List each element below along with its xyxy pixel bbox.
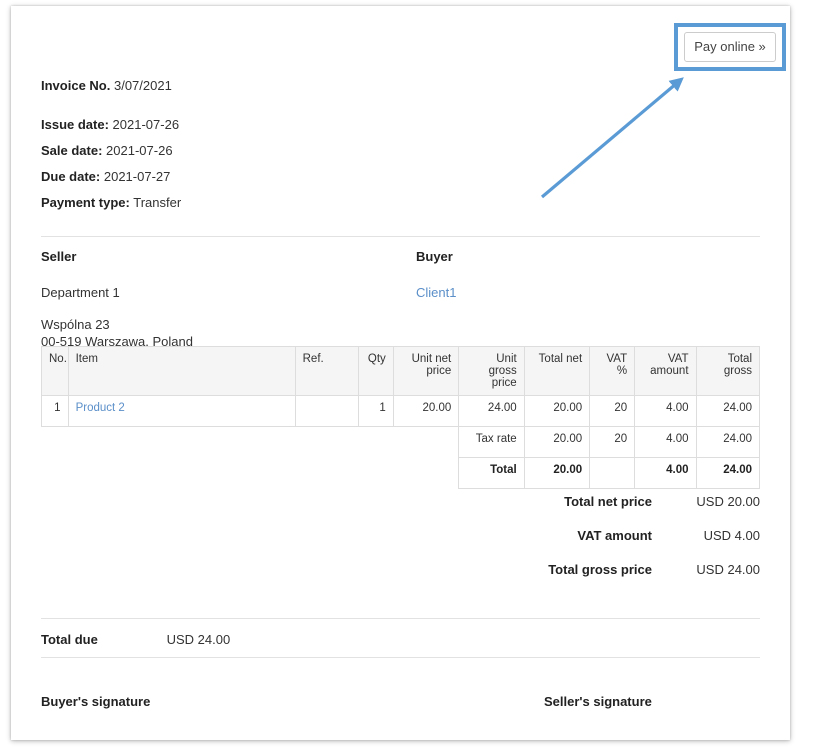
cell-total-net: 20.00 (523, 395, 591, 427)
sale-date-label: Sale date: (41, 143, 103, 158)
spacer-ref (295, 427, 358, 458)
cell-ref (294, 395, 360, 427)
spacer-no-2 (42, 458, 69, 489)
spacer-unit-net-price (393, 427, 458, 458)
tax-rate-label: Tax rate (458, 426, 525, 458)
divider-parties (41, 236, 760, 237)
invoice-number-value: 3/07/2021 (113, 78, 172, 93)
header-vat-percent: VAT % (589, 346, 636, 396)
header-total-gross: Total gross (695, 346, 761, 396)
seller-block: Seller Department 1 Wspólna 23 00-519 Wa… (41, 249, 193, 350)
invoice-number-line: Invoice No. 3/07/2021 (41, 78, 441, 93)
total-net-price-value: USD 20.00 (696, 494, 760, 509)
tax-rate-vat-percent: 20 (589, 426, 636, 458)
summary-row-total-net: Total net price USD 20.00 (460, 494, 760, 509)
total-gross-price-label: Total gross price (548, 562, 652, 577)
total-due-label: Total due (41, 632, 98, 647)
total-total-net: 20.00 (523, 457, 591, 489)
cell-vat-percent: 20 (589, 395, 636, 427)
vat-amount-label: VAT amount (577, 528, 652, 543)
total-vat-amount: 4.00 (634, 457, 697, 489)
invoice-number-label: Invoice No. (41, 78, 111, 93)
header-item: Item (67, 346, 296, 396)
payment-type-value: Transfer (133, 195, 182, 210)
cell-no: 1 (41, 395, 69, 427)
due-date-line: Due date: 2021-07-27 (41, 169, 441, 184)
header-vat-amount: VAT amount (634, 346, 697, 396)
payment-type-line: Payment type: Transfer (41, 195, 441, 210)
invoice-card-inner: Pay online » Invoice No. 3/07/2021 Issue… (11, 6, 790, 740)
header-no: No. (41, 346, 69, 396)
summary-row-vat-amount: VAT amount USD 4.00 (460, 528, 760, 543)
spacer-item-2 (68, 458, 295, 489)
issue-date-line: Issue date: 2021-07-26 (41, 117, 441, 132)
header-total-net: Total net (523, 346, 591, 396)
total-gross-price-value: USD 24.00 (696, 562, 760, 577)
spacer-no (42, 427, 69, 458)
cell-unit-gross-price: 24.00 (458, 395, 525, 427)
total-net-price-label: Total net price (564, 494, 652, 509)
totals-summary: Total net price USD 20.00 VAT amount USD… (460, 494, 760, 596)
header-ref: Ref. (294, 346, 360, 396)
total-row: Total 20.00 4.00 24.00 (42, 457, 761, 489)
due-date-value: 2021-07-27 (103, 169, 171, 184)
buyer-signature-label: Buyer's signature (41, 694, 151, 709)
divider-total-due-top (41, 618, 760, 619)
seller-signature-label: Seller's signature (544, 694, 652, 709)
payment-type-label: Payment type: (41, 195, 130, 210)
spacer-qty (359, 427, 394, 458)
issue-date-label: Issue date: (41, 117, 109, 132)
total-vat-percent (589, 457, 636, 489)
tax-rate-total-net: 20.00 (523, 426, 591, 458)
invoice-meta: Invoice No. 3/07/2021 Issue date: 2021-0… (41, 78, 441, 221)
tax-rate-row: Tax rate 20.00 20 4.00 24.00 (42, 426, 761, 458)
tax-rate-total-gross: 24.00 (695, 426, 761, 458)
cell-total-gross: 24.00 (695, 395, 761, 427)
table-header-row: No. Item Ref. Qty Unit net price Unit gr… (41, 346, 761, 396)
sale-date-line: Sale date: 2021-07-26 (41, 143, 441, 158)
buyer-block: Buyer Client1 (416, 249, 456, 316)
divider-total-due-bottom (41, 657, 760, 658)
seller-address-line1: Wspólna 23 (41, 317, 110, 332)
spacer-item (68, 427, 295, 458)
tax-rate-vat-amount: 4.00 (634, 426, 697, 458)
spacer-qty-2 (359, 458, 394, 489)
seller-title: Seller (41, 249, 77, 264)
issue-date-value: 2021-07-26 (112, 117, 180, 132)
spacer-unit-net-price-2 (393, 458, 458, 489)
cell-vat-amount: 4.00 (634, 395, 697, 427)
invoice-page: Pay online » Invoice No. 3/07/2021 Issue… (0, 0, 816, 753)
pay-online-button[interactable]: Pay online » (684, 32, 776, 62)
spacer-ref-2 (295, 458, 358, 489)
invoice-items-table: No. Item Ref. Qty Unit net price Unit gr… (41, 346, 761, 489)
sale-date-value: 2021-07-26 (106, 143, 173, 158)
buyer-name-link[interactable]: Client1 (416, 285, 456, 300)
header-unit-gross-price: Unit gross price (458, 346, 525, 396)
seller-address: Wspólna 23 00-519 Warszawa, Poland (41, 316, 193, 350)
total-due-block: Total due USD 24.00 (41, 632, 230, 647)
buyer-title: Buyer (416, 249, 453, 264)
cell-item: Product 2 (67, 395, 296, 427)
total-label: Total (458, 457, 525, 489)
due-date-label: Due date: (41, 169, 101, 184)
item-name-link[interactable]: Product 2 (76, 402, 125, 414)
total-due-value: USD 24.00 (166, 632, 231, 647)
total-total-gross: 24.00 (695, 457, 761, 489)
cell-unit-net-price: 20.00 (392, 395, 460, 427)
table-row: 1 Product 2 1 20.00 24.00 20.00 20 4.00 … (41, 395, 761, 427)
cell-qty: 1 (358, 395, 394, 427)
annotation-arrow-icon (540, 77, 684, 199)
summary-row-total-gross: Total gross price USD 24.00 (460, 562, 760, 577)
header-qty: Qty (358, 346, 394, 396)
invoice-card: Pay online » Invoice No. 3/07/2021 Issue… (11, 6, 790, 740)
header-unit-net-price: Unit net price (392, 346, 460, 396)
seller-name: Department 1 (41, 285, 120, 300)
vat-amount-value: USD 4.00 (703, 528, 760, 543)
